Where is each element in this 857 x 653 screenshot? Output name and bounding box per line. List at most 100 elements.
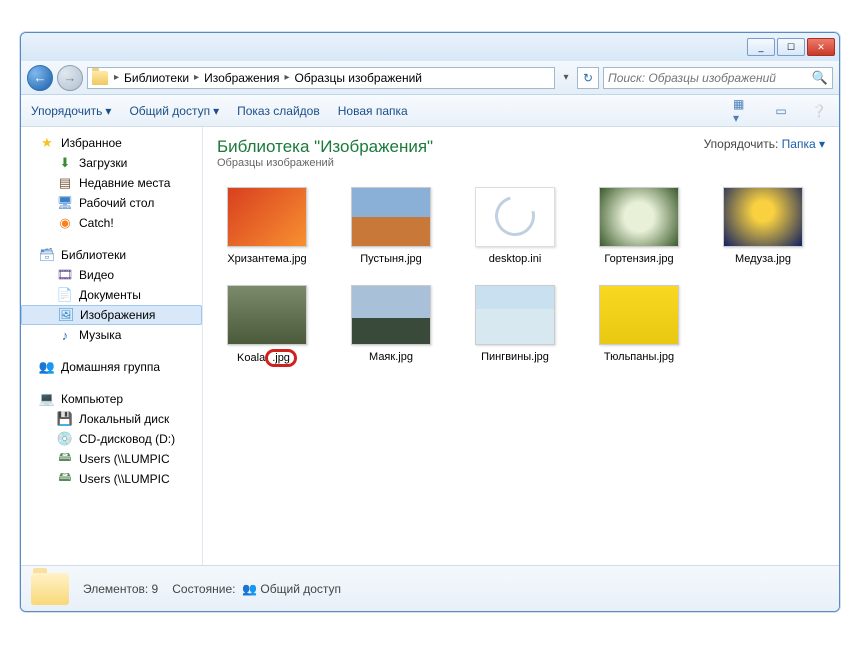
file-label: Тюльпаны.jpg bbox=[589, 351, 689, 363]
close-icon: ✕ bbox=[817, 42, 825, 53]
video-icon: 🎞 bbox=[57, 267, 73, 283]
chevron-down-icon: ▾ bbox=[105, 104, 111, 118]
sidebar-libraries[interactable]: 🗃Библиотеки bbox=[21, 245, 202, 265]
file-item[interactable]: Пингвины.jpg bbox=[465, 285, 565, 367]
file-item[interactable]: Koala.jpg bbox=[217, 285, 317, 367]
file-item[interactable]: Тюльпаны.jpg bbox=[589, 285, 689, 367]
sidebar-cd-drive[interactable]: 💿CD-дисковод (D:) bbox=[21, 429, 202, 449]
file-item[interactable]: Маяк.jpg bbox=[341, 285, 441, 367]
library-header: Библиотека "Изображения" Образцы изображ… bbox=[217, 137, 825, 169]
sidebar-network-drive-1[interactable]: 🖴Users (\\LUMPIC bbox=[21, 449, 202, 469]
sidebar-videos[interactable]: 🎞Видео bbox=[21, 265, 202, 285]
homegroup-group: 👥Домашняя группа bbox=[21, 357, 202, 377]
libraries-icon: 🗃 bbox=[39, 247, 55, 263]
document-icon: 📄 bbox=[57, 287, 73, 303]
sidebar-network-drive-2[interactable]: 🖴Users (\\LUMPIC bbox=[21, 469, 202, 489]
toolbar: Упорядочить ▾ Общий доступ ▾ Показ слайд… bbox=[21, 95, 839, 127]
forward-button[interactable]: → bbox=[57, 65, 83, 91]
slideshow-button[interactable]: Показ слайдов bbox=[237, 104, 320, 118]
sidebar-documents[interactable]: 📄Документы bbox=[21, 285, 202, 305]
breadcrumb-item[interactable]: Образцы изображений bbox=[292, 71, 425, 85]
organize-menu[interactable]: Упорядочить ▾ bbox=[31, 104, 111, 118]
breadcrumb-item[interactable]: Библиотеки bbox=[121, 71, 192, 85]
maximize-button[interactable]: ☐ bbox=[777, 38, 805, 56]
forward-arrow-icon: → bbox=[64, 70, 77, 85]
star-icon: ★ bbox=[39, 135, 55, 151]
file-item[interactable]: Гортензия.jpg bbox=[589, 187, 689, 265]
refresh-icon: ↻ bbox=[583, 71, 593, 85]
sidebar-recent[interactable]: ▤Недавние места bbox=[21, 173, 202, 193]
sidebar-desktop[interactable]: 🖥Рабочий стол bbox=[21, 193, 202, 213]
body-area: ★Избранное ⬇Загрузки ▤Недавние места 🖥Ра… bbox=[21, 127, 839, 565]
breadcrumb-sep: ▸ bbox=[283, 72, 292, 83]
sidebar-local-disk[interactable]: 💾Локальный диск bbox=[21, 409, 202, 429]
minimize-icon: _ bbox=[758, 42, 763, 52]
breadcrumb-sep: ▸ bbox=[192, 72, 201, 83]
library-title: Библиотека "Изображения" bbox=[217, 137, 433, 157]
search-icon[interactable]: 🔍 bbox=[812, 70, 828, 86]
file-item[interactable]: desktop.ini bbox=[465, 187, 565, 265]
image-thumbnail bbox=[227, 187, 307, 247]
view-options-button[interactable]: ▦ ▾ bbox=[733, 101, 753, 121]
navigation-pane[interactable]: ★Избранное ⬇Загрузки ▤Недавние места 🖥Ра… bbox=[21, 127, 203, 565]
file-label: Пустыня.jpg bbox=[341, 253, 441, 265]
minimize-button[interactable]: _ bbox=[747, 38, 775, 56]
sidebar-downloads[interactable]: ⬇Загрузки bbox=[21, 153, 202, 173]
status-bar: Элементов: 9 Состояние: 👥 Общий доступ bbox=[21, 565, 839, 611]
network-drive-icon: 🖴 bbox=[57, 451, 73, 467]
back-button[interactable]: ← bbox=[27, 65, 53, 91]
network-drive-icon: 🖴 bbox=[57, 471, 73, 487]
preview-pane-button[interactable]: ▭ bbox=[771, 101, 791, 121]
recent-icon: ▤ bbox=[57, 175, 73, 191]
arrange-dropdown[interactable]: Папка ▾ bbox=[782, 137, 825, 151]
file-label: Пингвины.jpg bbox=[465, 351, 565, 363]
help-button[interactable]: ❔ bbox=[809, 101, 829, 121]
image-thumbnail bbox=[351, 187, 431, 247]
favorites-group: ★Избранное ⬇Загрузки ▤Недавние места 🖥Ра… bbox=[21, 133, 202, 233]
share-menu[interactable]: Общий доступ ▾ bbox=[129, 104, 219, 118]
file-item[interactable]: Пустыня.jpg bbox=[341, 187, 441, 265]
maximize-icon: ☐ bbox=[787, 42, 795, 53]
search-box[interactable]: 🔍 bbox=[603, 67, 833, 89]
file-grid: Хризантема.jpg Пустыня.jpg desktop.ini Горт… bbox=[217, 187, 825, 367]
breadcrumb[interactable]: ▸ Библиотеки ▸ Изображения ▸ Образцы изо… bbox=[87, 67, 555, 89]
breadcrumb-item[interactable]: Изображения bbox=[201, 71, 282, 85]
image-thumbnail bbox=[599, 285, 679, 345]
breadcrumb-sep: ▸ bbox=[112, 72, 121, 83]
address-bar: ← → ▸ Библиотеки ▸ Изображения ▸ Образцы… bbox=[21, 61, 839, 95]
image-thumbnail bbox=[599, 187, 679, 247]
file-item[interactable]: Хризантема.jpg bbox=[217, 187, 317, 265]
file-label: desktop.ini bbox=[465, 253, 565, 265]
file-item[interactable]: Медуза.jpg bbox=[713, 187, 813, 265]
image-thumbnail bbox=[227, 285, 307, 345]
file-label: Маяк.jpg bbox=[341, 351, 441, 363]
file-label: Гортензия.jpg bbox=[589, 253, 689, 265]
disk-icon: 💾 bbox=[57, 411, 73, 427]
computer-group: 💻Компьютер 💾Локальный диск 💿CD-дисковод … bbox=[21, 389, 202, 489]
dropdown-chevron-icon[interactable]: ▾ bbox=[559, 72, 573, 83]
sidebar-pictures[interactable]: 🖼Изображения bbox=[21, 305, 202, 325]
highlighted-extension: .jpg bbox=[265, 349, 297, 367]
search-input[interactable] bbox=[608, 71, 812, 85]
sidebar-homegroup[interactable]: 👥Домашняя группа bbox=[21, 357, 202, 377]
library-subtitle: Образцы изображений bbox=[217, 157, 433, 169]
pictures-icon: 🖼 bbox=[58, 307, 74, 323]
sidebar-computer[interactable]: 💻Компьютер bbox=[21, 389, 202, 409]
status-folder-icon bbox=[31, 573, 69, 605]
music-icon: ♪ bbox=[57, 327, 73, 343]
folder-icon bbox=[92, 71, 108, 85]
sidebar-catch[interactable]: ◉Catch! bbox=[21, 213, 202, 233]
new-folder-button[interactable]: Новая папка bbox=[338, 104, 408, 118]
back-arrow-icon: ← bbox=[34, 70, 47, 85]
item-count: Элементов: 9 bbox=[83, 582, 158, 596]
explorer-window: _ ☐ ✕ ← → ▸ Библиотеки ▸ Изображения ▸ О… bbox=[20, 32, 840, 612]
image-thumbnail bbox=[723, 187, 803, 247]
close-button[interactable]: ✕ bbox=[807, 38, 835, 56]
file-label: Медуза.jpg bbox=[713, 253, 813, 265]
content-pane: Библиотека "Изображения" Образцы изображ… bbox=[203, 127, 839, 565]
sidebar-music[interactable]: ♪Музыка bbox=[21, 325, 202, 345]
file-label: Koala.jpg bbox=[217, 351, 317, 367]
computer-icon: 💻 bbox=[39, 391, 55, 407]
sidebar-favorites[interactable]: ★Избранное bbox=[21, 133, 202, 153]
refresh-button[interactable]: ↻ bbox=[577, 67, 599, 89]
